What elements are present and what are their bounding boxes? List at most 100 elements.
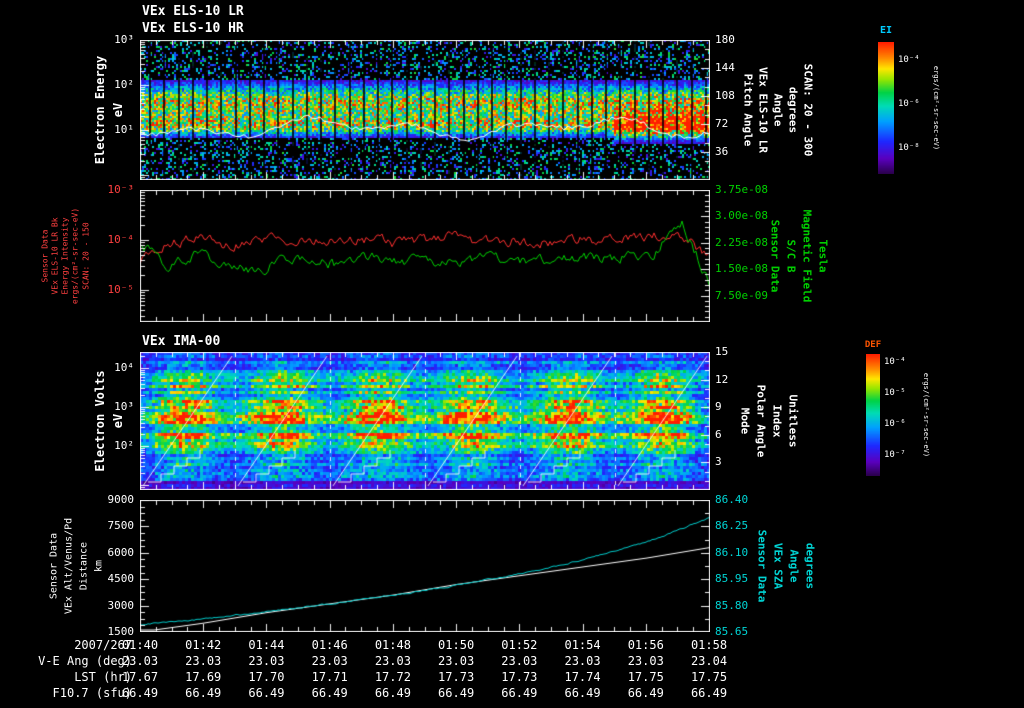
bfield-label-line: S/C B [784,239,798,273]
footer-value: 23.03 [374,654,411,668]
pitch-angle-label-line: degrees [786,86,800,134]
y-tick-label: 7500 [107,519,135,533]
y-tick-label: 1.50e-08 [715,262,768,276]
footer-value: 23.03 [311,654,348,668]
time-tick-label: 01:40 [121,638,159,652]
panel3-title: VEx IMA-00 [142,334,221,349]
footer-value: 23.04 [690,654,728,668]
y-tick-label: 12 [715,372,729,386]
ima-colorbar-title: DEF [864,340,882,350]
sza-label-line: VEx SZA [771,542,785,590]
ima-colorbar-units-label: ergs/(cm²-sr-sec-eV) [922,372,930,458]
ima-y-axis-unit: eV [111,413,125,429]
bfield-label-line: Tesla [816,239,830,273]
footer-value: 23.03 [438,654,475,668]
footer-value: 23.03 [564,654,601,668]
footer-value: 66.49 [374,686,411,700]
colorbar-tick-label: 10⁻⁵ [884,388,906,398]
footer-value: 66.49 [311,686,348,700]
time-tick-label: 01:42 [185,638,222,652]
footer-value: 23.03 [185,654,222,668]
y-tick-label: 10⁻⁵ [107,283,135,296]
mode-label-line: Unitless [786,394,800,448]
y-tick-label: 85.80 [715,598,749,612]
intensity-label-line: VEx ELS-10 LR Bk [50,217,60,295]
y-tick-label: 2.25e-08 [715,235,768,249]
footer-value: 23.03 [501,654,538,668]
footer-value: 66.49 [690,686,728,700]
footer-value: 23.03 [248,654,285,668]
footer-value: 17.70 [248,670,285,684]
footer-value: 23.03 [627,654,664,668]
colorbar-tick-label: 10⁻⁷ [884,450,906,460]
ima-y-axis-label: Electron Volts [93,370,107,472]
footer-value: 17.71 [311,670,348,684]
time-tick-label: 01:46 [311,638,348,652]
time-tick-label: 01:48 [374,638,411,652]
mode-label-line: Index [770,404,784,438]
time-tick-label: 01:58 [690,638,728,652]
pitch-angle-label-line: VEx ELS-10 LR [756,66,770,154]
y-tick-label: 85.65 [715,625,749,638]
y-tick-label: 10¹ [114,123,134,136]
pitch-angle-label-line: Angle [771,93,785,127]
intensity-label-line: Energy Intensity [60,217,70,295]
altitude-label-line: Sensor Data [48,532,60,600]
time-tick-label: 01:50 [438,638,475,652]
ima-spectrogram-canvas [140,352,710,490]
y-tick-label: 10⁻³ [107,183,135,196]
y-tick-label: 3000 [107,598,135,612]
els-colorbar [878,42,894,174]
colorbar-tick-label: 10⁻⁶ [898,99,920,109]
y-tick-label: 10⁻⁴ [107,233,135,246]
footer-value: 17.74 [564,670,601,684]
pitch-angle-label-line: Pitch Angle [741,73,755,147]
bfield-label-line: Sensor Data [768,219,782,293]
y-tick-label: 3.75e-08 [715,183,768,196]
footer-value: 23.03 [121,654,159,668]
mode-label-line: Polar Angle [754,384,768,458]
y-tick-label: 4500 [107,572,135,586]
footer-value: 66.49 [248,686,285,700]
ima-colorbar [866,354,880,476]
footer-value: 66.49 [121,686,159,700]
footer-value: 66.49 [185,686,222,700]
colorbar-tick-label: 10⁻⁴ [898,55,920,65]
time-tick-label: 01:44 [248,638,285,652]
footer-value: 17.72 [374,670,411,684]
altitude-sza-canvas [140,500,710,632]
time-tick-label: 01:52 [501,638,538,652]
y-tick-label: 10³ [114,33,134,46]
y-tick-label: 6 [715,427,722,441]
time-tick-label: 01:56 [627,638,664,652]
els-y-axis-label: Electron Energy [93,55,107,165]
sza-label-line: degrees [803,542,817,590]
colorbar-tick-label: 10⁻⁸ [898,143,920,153]
footer-value: 17.73 [501,670,538,684]
bfield-label-line: Magnetic Field [800,209,814,303]
mode-label-line: Mode [738,407,752,435]
y-tick-label: 6000 [107,545,135,559]
y-tick-label: 9000 [107,493,135,506]
y-tick-label: 9 [715,400,722,414]
y-tick-label: 86.10 [715,545,749,559]
colorbar-tick-label: 10⁻⁴ [884,357,906,367]
pitch-angle-label-line: SCAN: 20 - 300 [801,63,815,157]
footer-value: 17.69 [185,670,222,684]
y-tick-label: 86.40 [715,493,749,506]
colorbar-tick-label: 10⁻⁶ [884,419,906,429]
y-tick-label: 7.50e-09 [715,288,768,302]
footer-value: 66.49 [564,686,601,700]
intensity-bfield-canvas [140,190,710,322]
sza-label-line: Sensor Data [755,529,769,603]
y-tick-label: 10² [114,78,134,91]
y-tick-label: 15 [715,345,729,358]
footer-value: 17.73 [438,670,475,684]
intensity-label-line: SCAN: 20 - 150 [81,222,91,290]
y-tick-label: 10⁴ [114,361,134,374]
els-colorbar-title: EI [879,25,893,36]
y-tick-label: 36 [715,145,729,158]
footer-value: 66.49 [501,686,538,700]
y-tick-label: 86.25 [715,519,749,533]
y-tick-label: 144 [715,61,735,74]
